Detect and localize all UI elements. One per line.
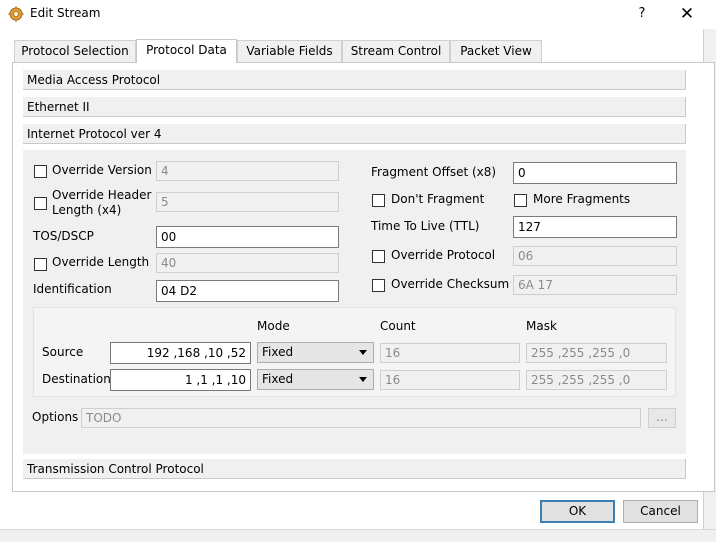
tab-stream-control[interactable]: Stream Control xyxy=(342,40,450,62)
source-mask-field[interactable]: 255 ,255 ,255 ,0 xyxy=(526,343,667,363)
destination-ip-field[interactable]: 1 ,1 ,1 ,10 xyxy=(110,369,251,391)
section-ethernet-ii[interactable]: Ethernet II xyxy=(23,97,686,117)
override-version-label: Override Version xyxy=(52,163,152,177)
header-length-field[interactable]: 5 xyxy=(156,192,339,212)
options-browse-button[interactable]: ... xyxy=(648,408,676,428)
tab-protocol-data[interactable]: Protocol Data xyxy=(136,39,237,63)
source-mode-value: Fixed xyxy=(262,345,294,359)
override-header-length-checkbox[interactable] xyxy=(34,197,47,210)
chevron-down-icon xyxy=(359,377,367,382)
override-checksum-label: Override Checksum xyxy=(391,277,510,291)
destination-label: Destination xyxy=(42,372,111,386)
source-label: Source xyxy=(42,345,84,359)
override-length-checkbox[interactable] xyxy=(34,258,47,271)
override-protocol-checkbox[interactable] xyxy=(372,250,385,263)
destination-count-field[interactable]: 16 xyxy=(380,370,520,390)
options-field[interactable]: TODO xyxy=(81,408,641,428)
destination-mode-select[interactable]: Fixed xyxy=(257,369,374,390)
destination-mode-value: Fixed xyxy=(262,372,294,386)
override-protocol-label: Override Protocol xyxy=(391,248,496,262)
destination-mask-field[interactable]: 255 ,255 ,255 ,0 xyxy=(526,370,667,390)
more-fragments-checkbox[interactable] xyxy=(514,194,527,207)
section-media-access-protocol[interactable]: Media Access Protocol xyxy=(23,70,686,90)
tab-packet-view[interactable]: Packet View xyxy=(450,40,542,62)
ttl-label: Time To Live (TTL) xyxy=(371,219,480,233)
window-title: Edit Stream xyxy=(30,6,101,20)
close-button[interactable]: ✕ xyxy=(672,0,702,28)
tab-protocol-selection[interactable]: Protocol Selection xyxy=(14,40,136,62)
section-ipv4[interactable]: Internet Protocol ver 4 xyxy=(23,124,686,144)
cancel-button[interactable]: Cancel xyxy=(623,500,698,523)
mask-header: Mask xyxy=(526,319,557,333)
help-button[interactable]: ? xyxy=(628,0,656,28)
length-field[interactable]: 40 xyxy=(156,253,339,273)
section-tcp[interactable]: Transmission Control Protocol xyxy=(23,459,686,479)
ttl-field[interactable]: 127 xyxy=(513,216,677,238)
version-field[interactable]: 4 xyxy=(156,161,339,181)
ok-button[interactable]: OK xyxy=(540,500,615,523)
checksum-field[interactable]: 6A 17 xyxy=(513,275,677,295)
title-bar xyxy=(0,0,716,29)
identification-label: Identification xyxy=(33,282,112,296)
count-header: Count xyxy=(380,319,416,333)
override-version-checkbox[interactable] xyxy=(34,165,47,178)
override-header-length-label: Override Header Length (x4) xyxy=(52,188,152,217)
background-window-strip xyxy=(0,529,716,542)
options-label: Options xyxy=(32,410,79,424)
source-ip-field[interactable]: 192 ,168 ,10 ,52 xyxy=(110,342,251,364)
dont-fragment-label: Don't Fragment xyxy=(391,192,485,206)
fragment-offset-label: Fragment Offset (x8) xyxy=(371,165,497,179)
chevron-down-icon xyxy=(359,350,367,355)
tab-variable-fields[interactable]: Variable Fields xyxy=(237,40,342,62)
more-fragments-label: More Fragments xyxy=(533,192,631,206)
dont-fragment-checkbox[interactable] xyxy=(372,194,385,207)
source-count-field[interactable]: 16 xyxy=(380,343,520,363)
source-mode-select[interactable]: Fixed xyxy=(257,342,374,363)
override-checksum-checkbox[interactable] xyxy=(372,279,385,292)
tos-field[interactable]: 00 xyxy=(156,226,339,248)
mode-header: Mode xyxy=(257,319,290,333)
identification-field[interactable]: 04 D2 xyxy=(156,280,339,302)
override-length-label: Override Length xyxy=(52,255,150,269)
protocol-field[interactable]: 06 xyxy=(513,246,677,266)
app-gear-icon xyxy=(8,6,24,22)
fragment-offset-field[interactable]: 0 xyxy=(513,162,677,184)
tos-label: TOS/DSCP xyxy=(33,229,94,243)
